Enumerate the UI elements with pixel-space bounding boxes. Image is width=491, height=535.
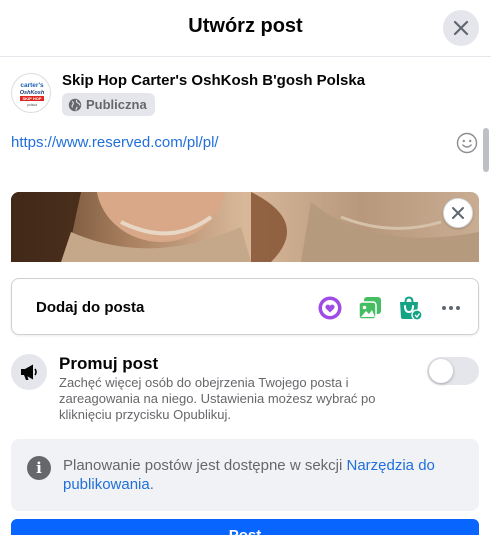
post-text-input[interactable]: https://www.reserved.com/pl/pl/ bbox=[11, 134, 219, 151]
globe-icon bbox=[68, 98, 82, 111]
author-section: carter's OshKosh SKIP HOP polska Skip Ho… bbox=[11, 70, 481, 120]
photo-video-icon bbox=[358, 297, 381, 320]
megaphone-icon bbox=[21, 364, 37, 380]
shopping-bag-icon bbox=[400, 296, 423, 321]
megaphone-icon-wrap bbox=[11, 354, 47, 390]
add-to-post-label: Dodaj do posta bbox=[36, 299, 145, 316]
page-avatar[interactable]: carter's OshKosh SKIP HOP polska bbox=[11, 73, 51, 113]
promote-description: Zachęć więcej osób do obejrzenia Twojego… bbox=[59, 375, 376, 422]
toggle-knob bbox=[429, 359, 453, 383]
dialog-title: Utwórz post bbox=[188, 15, 303, 37]
smiley-icon bbox=[456, 132, 478, 154]
author-name: Skip Hop Carter's OshKosh B'gosh Polska bbox=[62, 72, 366, 89]
close-button[interactable] bbox=[443, 10, 479, 46]
tag-heart-button[interactable] bbox=[317, 295, 343, 321]
scheduling-info-text: Planowanie postów jest dostępne w sekcji… bbox=[63, 456, 463, 494]
scrollbar-thumb[interactable] bbox=[483, 128, 489, 172]
add-to-post-bar: Dodaj do posta bbox=[11, 278, 479, 335]
emoji-button[interactable] bbox=[456, 132, 478, 154]
post-button[interactable]: Post bbox=[11, 519, 479, 535]
tag-heart-icon bbox=[318, 296, 342, 320]
shop-button[interactable] bbox=[397, 295, 423, 321]
more-icon bbox=[442, 306, 460, 310]
promote-toggle[interactable] bbox=[427, 357, 479, 385]
privacy-selector[interactable]: Publiczna bbox=[62, 93, 155, 116]
svg-text:polska: polska bbox=[27, 103, 37, 107]
info-icon: i bbox=[27, 456, 51, 480]
scheduling-info-box: i Planowanie postów jest dostępne w sekc… bbox=[11, 439, 479, 511]
photo-video-button[interactable] bbox=[357, 295, 383, 321]
scheduling-info-message: Planowanie postów jest dostępne w sekcji bbox=[63, 457, 347, 474]
promote-title: Promuj post bbox=[59, 354, 159, 373]
close-icon bbox=[453, 20, 469, 36]
close-icon bbox=[452, 207, 464, 219]
scheduling-info-suffix: . bbox=[149, 476, 154, 493]
link-preview-image bbox=[11, 192, 479, 262]
promote-section: Promuj post Zachęć więcej osób do obejrz… bbox=[11, 352, 481, 432]
remove-preview-button[interactable] bbox=[443, 198, 473, 228]
dialog-header: Utwórz post bbox=[0, 0, 491, 57]
svg-text:carter's: carter's bbox=[20, 82, 44, 89]
svg-text:SKIP HOP: SKIP HOP bbox=[22, 96, 41, 101]
privacy-label: Publiczna bbox=[86, 97, 147, 112]
brand-logo: carter's OshKosh SKIP HOP polska bbox=[20, 82, 45, 107]
more-options-button[interactable] bbox=[438, 295, 464, 321]
